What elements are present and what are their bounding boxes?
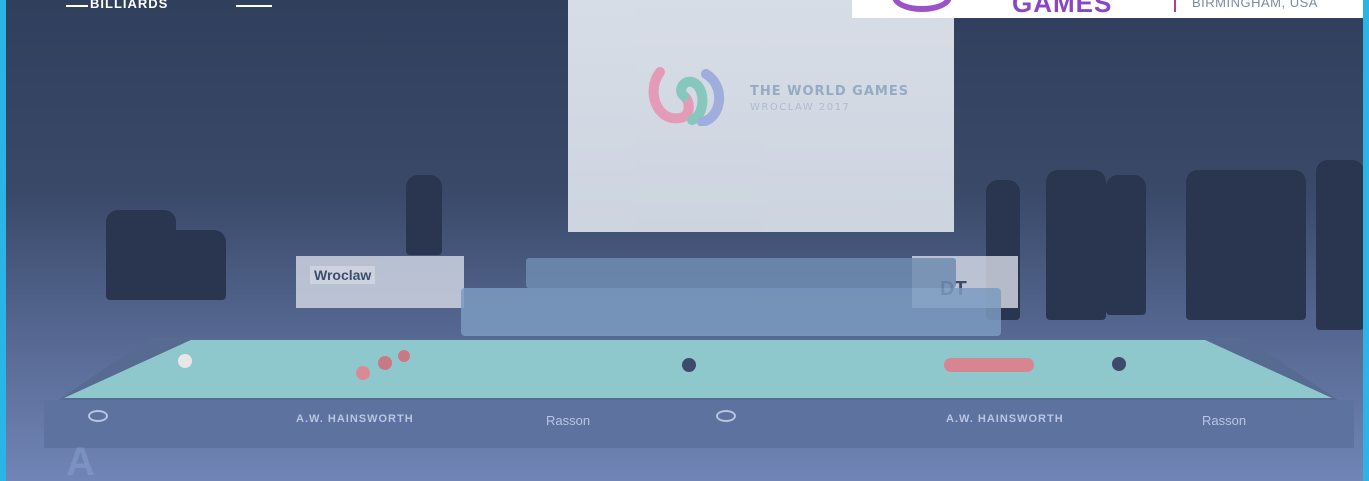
ball [682,358,696,372]
city-label: BIRMINGHAM, USA [1192,0,1318,10]
wroclaw-banner-text: Wroclaw [310,266,376,284]
seated-spectator [166,230,226,300]
apron-brand: A.W. HAINSWORTH [946,413,1064,425]
ball [944,358,1034,372]
spectator [1106,175,1146,315]
front-table-apron [44,400,1354,448]
world-games-logo: GAMES BIRMINGHAM, USA [852,0,1363,18]
eye-icon [88,410,108,422]
ball [1112,357,1126,371]
watermark-logo: A [66,440,95,481]
photo-frame: THE WORLD GAMES WROCLAW 2017 Wroclaw DT [0,0,1369,481]
front-table-cloth [64,340,1332,398]
logo-rule [66,5,88,7]
eye-icon [716,410,736,422]
games-wordmark: GAMES [1012,0,1113,18]
screen-title: THE WORLD GAMES [750,84,910,99]
logo-rule [236,5,272,7]
ball [378,356,392,370]
spectator [406,175,442,255]
spectator [1046,170,1106,320]
back-billiard-table [526,258,956,288]
billiards-logo: BILLIARDS [26,0,272,20]
apron-brand: Rasson [1202,413,1247,428]
apron-brand: A.W. HAINSWORTH [296,413,414,425]
ball [398,350,410,362]
spectator [1186,170,1306,320]
world-games-swirl-icon [892,0,952,12]
wroclaw-banner: Wroclaw [296,256,464,308]
ball [356,366,370,380]
billiards-logo-text: BILLIARDS [90,0,169,11]
spectator [1316,160,1363,330]
billiards-venue-photo: THE WORLD GAMES WROCLAW 2017 Wroclaw DT [6,0,1363,481]
screen-subtitle: WROCLAW 2017 [750,102,851,113]
projection-screen: THE WORLD GAMES WROCLAW 2017 [568,0,954,232]
apron-brand: Rasson [546,413,591,428]
world-games-swirl-logo [648,67,725,126]
logo-divider [1174,0,1176,12]
ball [178,354,192,368]
middle-billiard-table [461,288,1001,336]
